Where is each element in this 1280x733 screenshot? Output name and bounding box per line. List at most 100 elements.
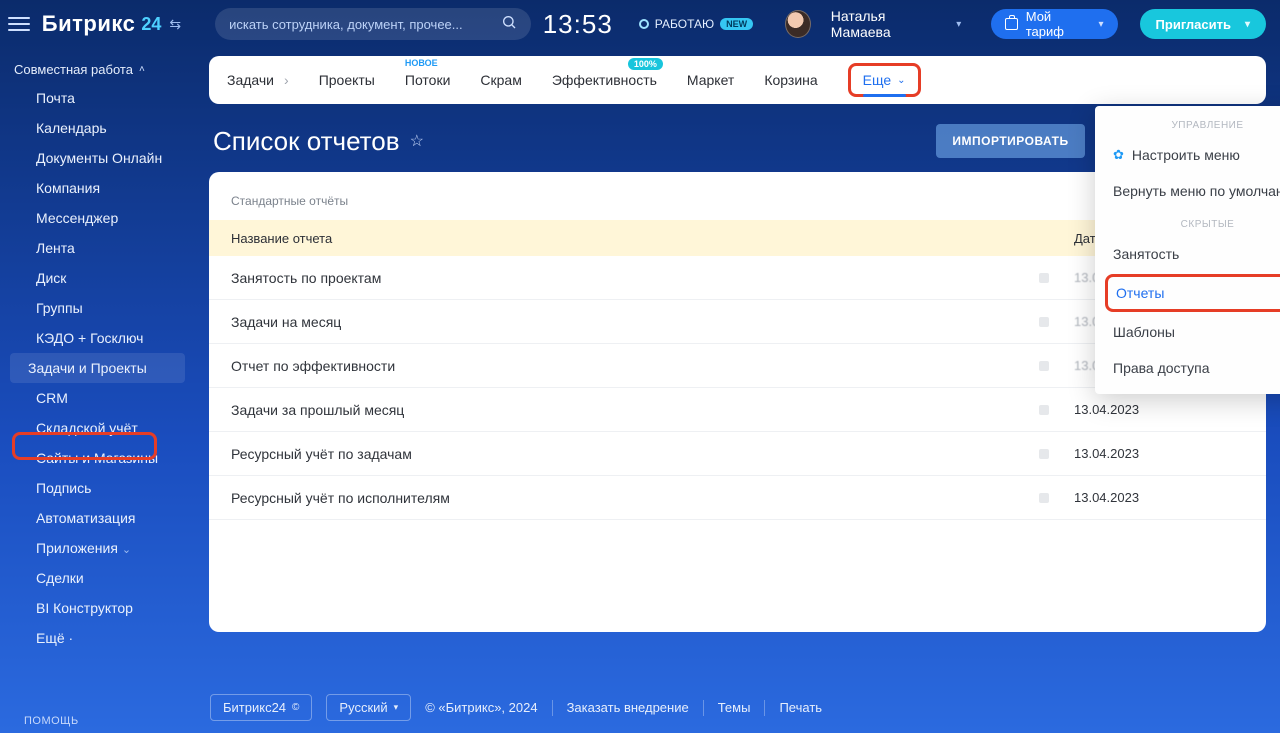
- sitemap-icon[interactable]: ⇆: [169, 16, 181, 33]
- main: Задачи Проекты Потоки НОВОЕ Скрам Эффект…: [195, 48, 1280, 733]
- row-name: Ресурсный учёт по задачам: [231, 446, 1014, 462]
- separator: [703, 700, 704, 716]
- sidebar-item-6[interactable]: Диск: [8, 263, 187, 293]
- logo-24: 24: [141, 14, 161, 35]
- dd-item-permissions[interactable]: Права доступа: [1095, 350, 1280, 386]
- row-name: Ресурсный учёт по исполнителям: [231, 490, 1014, 506]
- tab-flows[interactable]: Потоки НОВОЕ: [405, 72, 451, 88]
- dd-item-busy[interactable]: Занятость: [1095, 236, 1280, 272]
- sidebar-item-7[interactable]: Группы: [8, 293, 187, 323]
- row-check[interactable]: [1014, 314, 1074, 330]
- sidebar-item-4[interactable]: Мессенджер: [8, 203, 187, 233]
- sidebar-item-10[interactable]: CRM: [8, 383, 187, 413]
- footer-link-themes[interactable]: Темы: [718, 700, 751, 715]
- row-name: Отчет по эффективности: [231, 358, 1014, 374]
- dd-item-templates[interactable]: Шаблоны: [1095, 314, 1280, 350]
- invite-button[interactable]: Пригласить ▾: [1140, 9, 1266, 39]
- tab-efficiency-label: Эффективность: [552, 72, 657, 88]
- new-badge: NEW: [720, 18, 753, 30]
- sidebar-item-15[interactable]: Приложения: [8, 533, 187, 563]
- row-date: 13.04.2023: [1074, 402, 1244, 417]
- dd-section-hidden: СКРЫТЫЕ: [1095, 209, 1280, 236]
- logo-text: Битрикс: [42, 11, 136, 37]
- sidebar-item-16[interactable]: Сделки: [8, 563, 187, 593]
- tabs-bar: Задачи Проекты Потоки НОВОЕ Скрам Эффект…: [209, 56, 1266, 104]
- eff-badge: 100%: [628, 58, 663, 70]
- tab-projects[interactable]: Проекты: [319, 72, 375, 88]
- sidebar-item-1[interactable]: Календарь: [8, 113, 187, 143]
- tab-more-label: Еще: [863, 72, 892, 88]
- page-title: Список отчетов: [213, 126, 400, 157]
- global-search[interactable]: [215, 8, 531, 40]
- row-name: Занятость по проектам: [231, 270, 1014, 286]
- tab-trash[interactable]: Корзина: [764, 72, 817, 88]
- footer-lang-label: Русский: [339, 700, 387, 715]
- dd-configure-label: Настроить меню: [1132, 147, 1240, 163]
- menu-toggle[interactable]: [8, 12, 30, 36]
- sidebar-item-11[interactable]: Складской учёт: [8, 413, 187, 443]
- sidebar-item-2[interactable]: Документы Онлайн: [8, 143, 187, 173]
- footer-brand-label: Битрикс24: [223, 700, 286, 715]
- chevron-up-icon: ˄: [139, 64, 145, 75]
- row-check[interactable]: [1014, 270, 1074, 286]
- col-name[interactable]: Название отчета: [231, 231, 1014, 246]
- gear-icon: ✿: [1113, 147, 1124, 163]
- row-date: 13.04.2023: [1074, 446, 1244, 461]
- tab-more[interactable]: Еще ⌄: [848, 63, 921, 97]
- chevron-down-icon[interactable]: ▾: [956, 19, 961, 30]
- dd-item-reports[interactable]: Отчеты: [1105, 274, 1280, 312]
- star-icon[interactable]: ☆: [410, 131, 424, 151]
- row-name: Задачи на месяц: [231, 314, 1014, 330]
- footer-link-print[interactable]: Печать: [779, 700, 822, 715]
- table-row[interactable]: Задачи за прошлый месяц 13.04.2023: [209, 388, 1266, 432]
- new-sup: НОВОЕ: [405, 58, 438, 68]
- dd-reset-menu[interactable]: Вернуть меню по умолчанию: [1095, 173, 1280, 209]
- footer-brand[interactable]: Битрикс24 ©: [210, 694, 312, 721]
- sidebar-section-label: Совместная работа: [14, 62, 133, 77]
- tariff-button[interactable]: Мой тариф ▾: [991, 9, 1117, 39]
- sidebar-item-17[interactable]: BI Конструктор: [8, 593, 187, 623]
- chevron-down-icon: ▾: [394, 702, 399, 713]
- logo[interactable]: Битрикс 24 ⇆: [42, 11, 181, 37]
- sidebar-item-9[interactable]: Задачи и Проекты: [10, 353, 185, 383]
- table-row[interactable]: Ресурсный учёт по исполнителям13.04.2023: [209, 476, 1266, 520]
- footer-link-order[interactable]: Заказать внедрение: [567, 700, 689, 715]
- tab-scrum[interactable]: Скрам: [480, 72, 521, 88]
- tab-tasks[interactable]: Задачи: [227, 72, 289, 88]
- chevron-down-icon: ▾: [1245, 19, 1250, 30]
- chevron-down-icon: ▾: [1099, 19, 1104, 30]
- search-input[interactable]: [229, 17, 501, 32]
- sidebar-item-13[interactable]: Подпись: [8, 473, 187, 503]
- sidebar-section-collab[interactable]: Совместная работа ˄: [0, 56, 195, 83]
- row-check[interactable]: [1014, 490, 1074, 506]
- search-icon[interactable]: [501, 14, 517, 35]
- sidebar-item-0[interactable]: Почта: [8, 83, 187, 113]
- row-name: Задачи за прошлый месяц: [231, 402, 1014, 418]
- row-check[interactable]: [1014, 402, 1074, 418]
- sidebar-help[interactable]: помощь: [24, 715, 79, 727]
- row-check[interactable]: [1014, 358, 1074, 374]
- sidebar-item-14[interactable]: Автоматизация: [8, 503, 187, 533]
- work-status[interactable]: РАБОТАЮ NEW: [639, 17, 753, 31]
- sidebar-item-3[interactable]: Компания: [8, 173, 187, 203]
- dd-configure-menu[interactable]: ✿ Настроить меню: [1095, 137, 1280, 173]
- footer-copyright: © «Битрикс», 2024: [425, 700, 537, 715]
- sidebar-item-5[interactable]: Лента: [8, 233, 187, 263]
- clock: 13:53: [543, 9, 613, 40]
- sidebar-item-18[interactable]: Ещё ·: [8, 623, 187, 653]
- dd-section-manage: УПРАВЛЕНИЕ: [1095, 110, 1280, 137]
- tab-market[interactable]: Маркет: [687, 72, 734, 88]
- tariff-label: Мой тариф: [1026, 9, 1085, 39]
- more-menu-dropdown: УПРАВЛЕНИЕ ✿ Настроить меню Вернуть меню…: [1095, 106, 1280, 394]
- invite-label: Пригласить: [1156, 17, 1231, 32]
- table-row[interactable]: Ресурсный учёт по задачам 13.04.2023: [209, 432, 1266, 476]
- user-name[interactable]: Наталья Мамаева: [831, 8, 938, 40]
- sidebar-item-8[interactable]: КЭДО + Госключ: [8, 323, 187, 353]
- avatar[interactable]: [785, 10, 811, 38]
- active-underline: [863, 94, 906, 97]
- tab-efficiency[interactable]: Эффективность 100%: [552, 72, 657, 88]
- import-button[interactable]: ИМПОРТИРОВАТЬ: [936, 124, 1084, 158]
- footer-lang[interactable]: Русский ▾: [326, 694, 411, 721]
- row-check[interactable]: [1014, 446, 1074, 462]
- sidebar-item-12[interactable]: Сайты и Магазины: [8, 443, 187, 473]
